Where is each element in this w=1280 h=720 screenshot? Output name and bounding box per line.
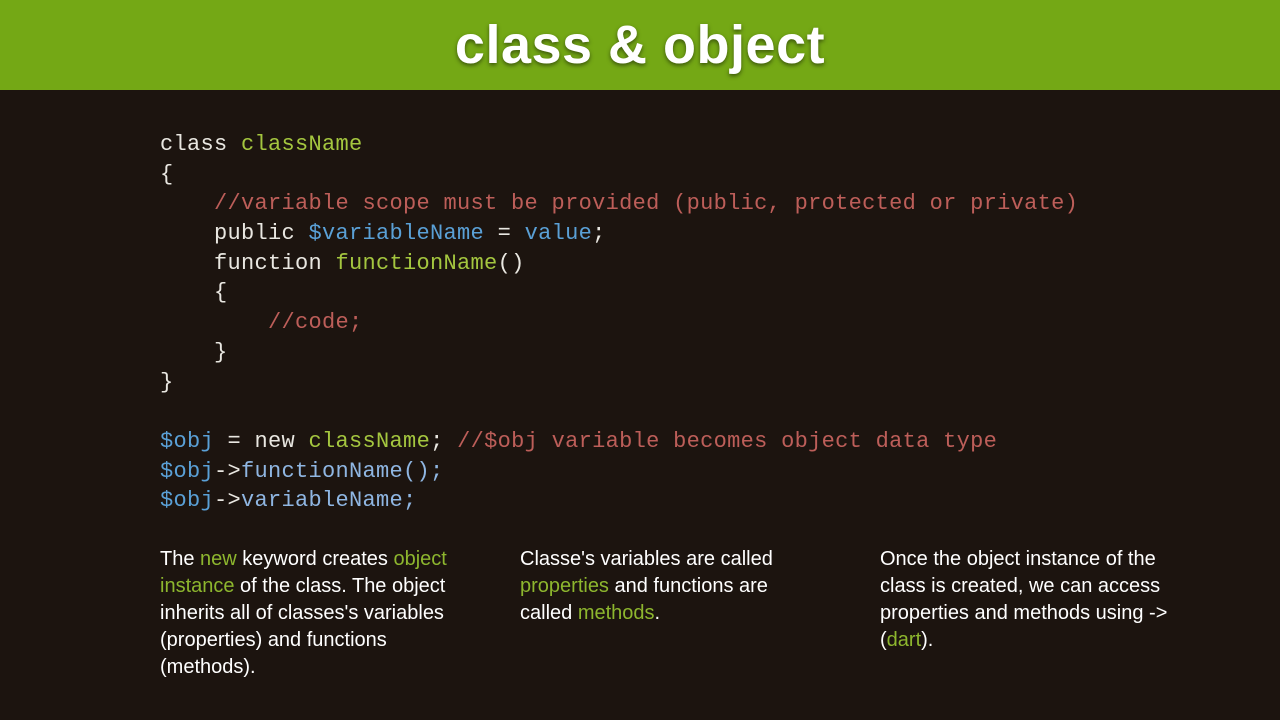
code-block: class className { //variable scope must … <box>0 90 1280 516</box>
obj-var: $obj <box>160 429 214 454</box>
class-name: className <box>241 132 363 157</box>
member-var: variableName; <box>241 488 417 513</box>
hl-new: new <box>200 548 237 570</box>
comment-code: //code; <box>160 310 363 335</box>
kw-class: class <box>160 132 241 157</box>
slide-header: class & object <box>0 0 1280 90</box>
hl-properties: properties <box>520 575 609 597</box>
hl-methods: methods <box>578 602 655 624</box>
function-name: functionName <box>336 251 498 276</box>
value: value <box>525 221 593 246</box>
brace-close-inner: } <box>160 340 228 365</box>
brace-open: { <box>160 162 174 187</box>
text: ). <box>921 629 933 651</box>
brace-open-inner: { <box>160 280 228 305</box>
obj-var3: $obj <box>160 488 214 513</box>
semi: ; <box>592 221 606 246</box>
text: Classe's variables are called <box>520 548 773 570</box>
eq: = <box>484 221 525 246</box>
arrow2: -> <box>214 488 241 513</box>
text: keyword creates <box>237 548 394 570</box>
explain-row: The new keyword creates object instance … <box>0 516 1280 681</box>
slide-title: class & object <box>455 14 825 76</box>
comment-scope: //variable scope must be provided (publi… <box>160 191 1078 216</box>
explain-col-2: Classe's variables are called properties… <box>520 546 810 681</box>
kw-function: function <box>160 251 336 276</box>
paren: () <box>498 251 525 276</box>
explain-col-3: Once the object instance of the class is… <box>880 546 1170 681</box>
member-func: functionName(); <box>241 459 444 484</box>
comment-obj: //$obj variable becomes object data type <box>457 429 997 454</box>
semi2: ; <box>430 429 457 454</box>
text: . <box>655 602 661 624</box>
text: The <box>160 548 200 570</box>
kw-new: new <box>255 429 309 454</box>
arrow1: -> <box>214 459 241 484</box>
var-name: $variableName <box>309 221 485 246</box>
kw-public: public <box>160 221 309 246</box>
obj-var2: $obj <box>160 459 214 484</box>
hl-dart: dart <box>887 629 921 651</box>
brace-close: } <box>160 370 174 395</box>
class-name-ref: className <box>309 429 431 454</box>
eq2: = <box>214 429 255 454</box>
explain-col-1: The new keyword creates object instance … <box>160 546 450 681</box>
